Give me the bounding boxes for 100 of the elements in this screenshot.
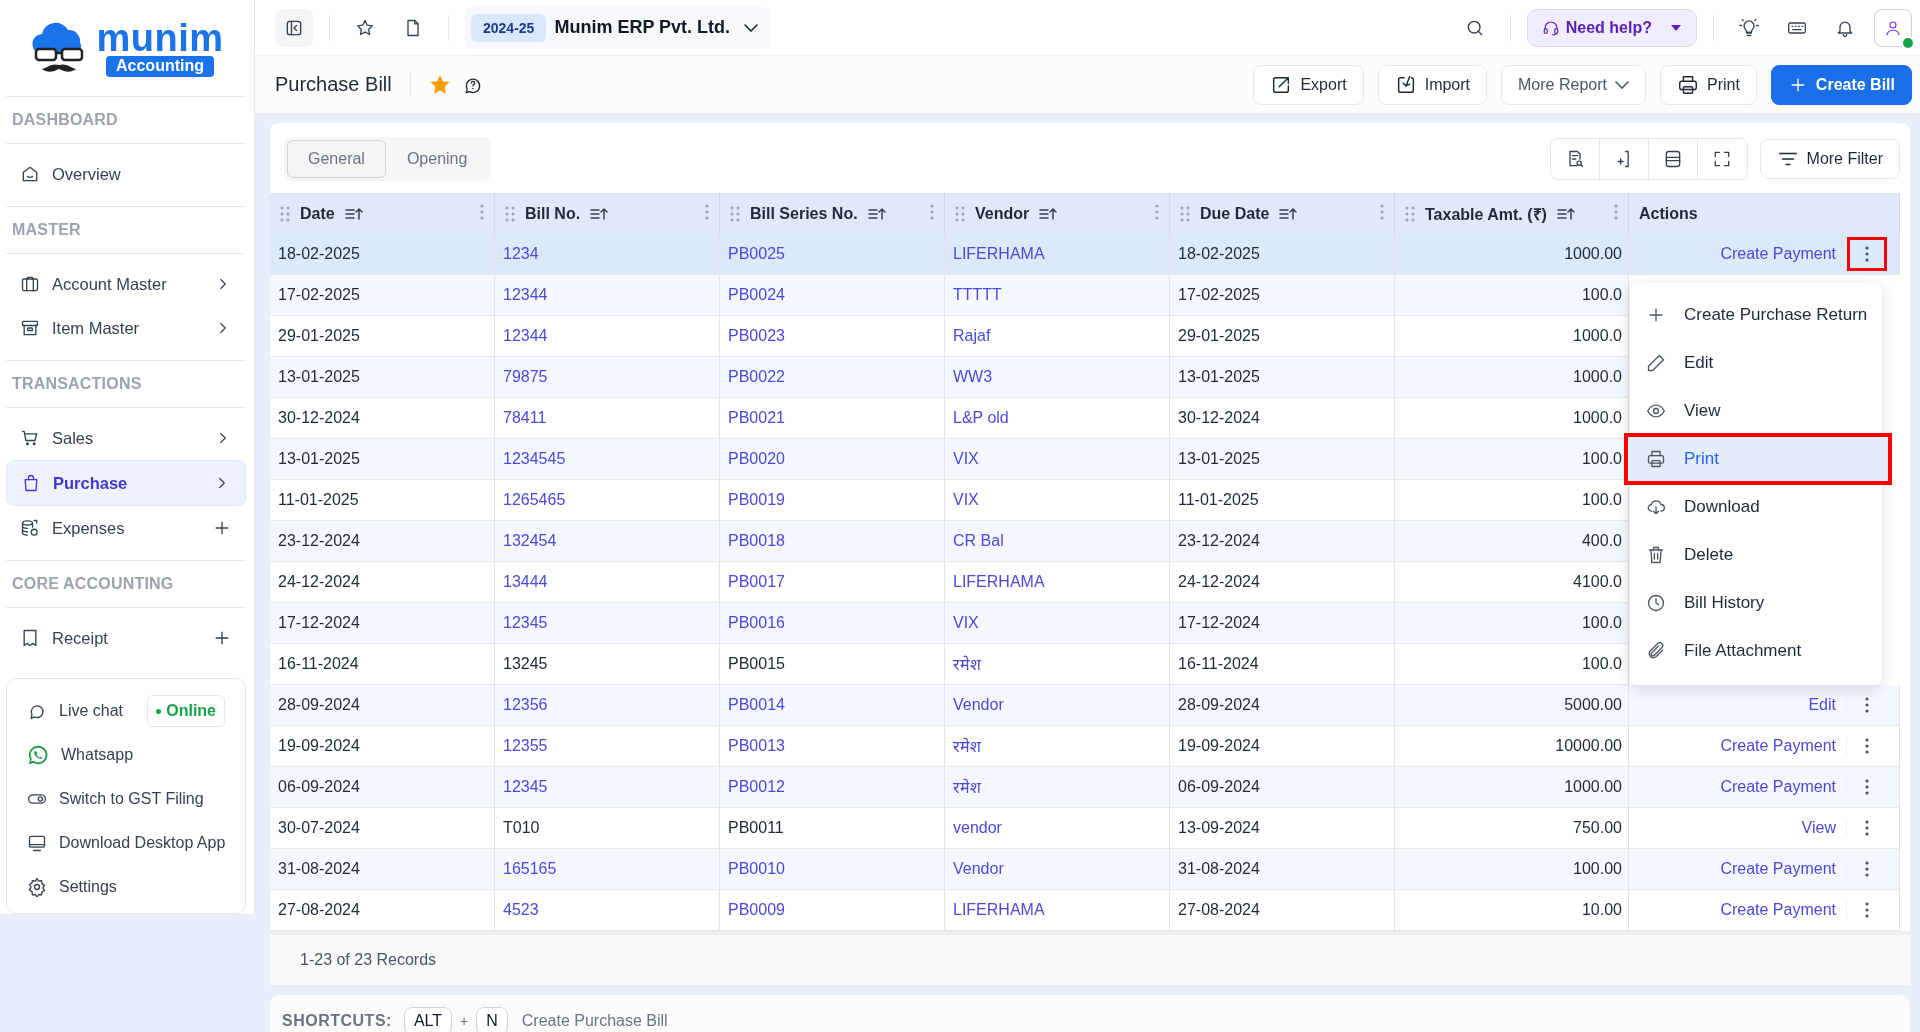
vendor-link[interactable]: Vendor <box>945 685 1170 725</box>
menu-item[interactable]: Delete <box>1630 531 1882 579</box>
menu-item[interactable]: Print <box>1626 435 1890 483</box>
table-row[interactable]: 31-08-2024 165165 PB0010 Vendor 31-08-2024 100.00 Create Payment <box>270 849 1900 890</box>
sidebar-item[interactable]: Receipt <box>6 616 246 660</box>
series-link[interactable]: PB0025 <box>720 234 945 274</box>
sidebar-item[interactable]: Sales <box>6 416 246 460</box>
star-icon[interactable] <box>428 73 451 96</box>
series-link[interactable]: PB0020 <box>720 439 945 479</box>
sidebar-link[interactable]: Settings <box>13 865 239 909</box>
bill-link[interactable]: 12344 <box>495 275 720 315</box>
create-bill-button[interactable]: Create Bill <box>1770 64 1912 105</box>
action-link[interactable]: Create Payment <box>1720 901 1847 919</box>
series-link[interactable]: PB0024 <box>720 275 945 315</box>
row-menu-button[interactable] <box>1847 237 1887 271</box>
bill-link[interactable]: 78411 <box>495 398 720 438</box>
collapse-sidebar-button[interactable] <box>275 8 313 47</box>
menu-item[interactable]: View <box>1630 387 1882 435</box>
more-filter-button[interactable]: More Filter <box>1759 139 1900 179</box>
series-link[interactable]: PB0014 <box>720 685 945 725</box>
menu-item[interactable]: Bill History <box>1630 579 1882 627</box>
export-button[interactable]: Export <box>1253 64 1364 105</box>
sidebar-item[interactable]: Account Master <box>6 262 246 306</box>
bill-link[interactable]: 4523 <box>495 890 720 930</box>
table-row[interactable]: 13-01-2025 79875 PB0022 WW3 13-01-2025 1000.0 <box>270 357 1629 398</box>
import-button[interactable]: Import <box>1377 64 1488 105</box>
help-button[interactable]: Need help? <box>1526 8 1697 47</box>
action-link[interactable]: Create Payment <box>1720 737 1847 755</box>
series-link[interactable]: PB0009 <box>720 890 945 930</box>
sidebar-link[interactable]: Whatsapp <box>13 733 239 777</box>
table-row[interactable]: 06-09-2024 12345 PB0012 रमेश 06-09-2024 1000.00 Create Payment <box>270 767 1900 808</box>
table-row[interactable]: 17-02-2025 12344 PB0024 TTTTT 17-02-2025 100.0 <box>270 275 1629 316</box>
series-link[interactable]: PB0018 <box>720 521 945 561</box>
series-link[interactable]: PB0010 <box>720 849 945 889</box>
vendor-link[interactable]: LIFERHAMA <box>945 562 1170 602</box>
action-link[interactable]: View <box>1801 819 1847 837</box>
table-row[interactable]: 18-02-2025 1234 PB0025 LIFERHAMA 18-02-2025 1000.00 Create Payment <box>270 234 1900 275</box>
sort-icon[interactable] <box>1556 206 1575 221</box>
bill-link[interactable]: 1234545 <box>495 439 720 479</box>
vendor-link[interactable]: Vendor <box>945 849 1170 889</box>
sidebar-link[interactable]: Switch to GST Filing <box>13 777 239 821</box>
more-report-button[interactable]: More Report <box>1501 64 1646 105</box>
company-selector[interactable]: 2024-25 Munim ERP Pvt. Ltd. <box>465 6 771 49</box>
vendor-link[interactable]: LIFERHAMA <box>945 890 1170 930</box>
sidebar-link[interactable]: Download Desktop App <box>13 821 239 865</box>
vendor-link[interactable]: L&P old <box>945 398 1170 438</box>
vendor-link[interactable]: VIX <box>945 603 1170 643</box>
vendor-link[interactable]: LIFERHAMA <box>945 234 1170 274</box>
sort-icon[interactable] <box>867 206 886 221</box>
table-row[interactable]: 17-12-2024 12345 PB0016 VIX 17-12-2024 100.0 <box>270 603 1629 644</box>
sidebar-link[interactable]: Live chat Online <box>13 689 239 733</box>
bill-link[interactable]: 12345 <box>495 603 720 643</box>
table-row[interactable]: 28-09-2024 12356 PB0014 Vendor 28-09-2024 5000.00 Edit <box>270 685 1900 726</box>
sort-icon[interactable] <box>590 206 609 221</box>
series-link[interactable]: PB0012 <box>720 767 945 807</box>
series-link[interactable]: PB0017 <box>720 562 945 602</box>
vendor-link[interactable]: रमेश <box>945 644 1170 684</box>
sidebar-item[interactable]: Expenses <box>6 506 246 550</box>
menu-item[interactable]: Create Purchase Return <box>1630 291 1882 339</box>
action-link[interactable]: Create Payment <box>1720 778 1847 796</box>
bill-link[interactable]: 12356 <box>495 685 720 725</box>
sidebar-item[interactable]: Item Master <box>6 306 246 350</box>
vendor-link[interactable]: TTTTT <box>945 275 1170 315</box>
bill-link[interactable]: 12345 <box>495 767 720 807</box>
menu-item[interactable]: File Attachment <box>1630 627 1882 675</box>
vendor-link[interactable]: CR Bal <box>945 521 1170 561</box>
action-link[interactable]: Edit <box>1808 696 1847 714</box>
menu-item[interactable]: Edit <box>1630 339 1882 387</box>
sort-icon[interactable] <box>1039 206 1058 221</box>
series-link[interactable]: PB0022 <box>720 357 945 397</box>
series-link[interactable]: PB0013 <box>720 726 945 766</box>
table-row[interactable]: 23-12-2024 132454 PB0018 CR Bal 23-12-2024 400.0 <box>270 521 1629 562</box>
action-link[interactable]: Create Payment <box>1720 860 1847 878</box>
sidebar-item[interactable]: Overview <box>6 152 246 196</box>
print-button[interactable]: Print <box>1659 64 1757 105</box>
sidebar-item[interactable]: Purchase <box>6 460 246 506</box>
series-link[interactable]: PB0019 <box>720 480 945 520</box>
vendor-link[interactable]: रमेश <box>945 726 1170 766</box>
bill-link[interactable]: 1234 <box>495 234 720 274</box>
tab[interactable]: Opening <box>385 140 489 178</box>
vendor-link[interactable]: VIX <box>945 480 1170 520</box>
series-link[interactable]: PB0016 <box>720 603 945 643</box>
bill-link[interactable]: 79875 <box>495 357 720 397</box>
bill-link[interactable]: 12344 <box>495 316 720 356</box>
vendor-link[interactable]: WW3 <box>945 357 1170 397</box>
vendor-link[interactable]: रमेश <box>945 767 1170 807</box>
series-link[interactable]: PB0021 <box>720 398 945 438</box>
sort-icon[interactable] <box>344 206 363 221</box>
vendor-link[interactable]: vendor <box>945 808 1170 848</box>
series-link[interactable]: PB0023 <box>720 316 945 356</box>
tab[interactable]: General <box>287 140 386 178</box>
vendor-link[interactable]: Rajaf <box>945 316 1170 356</box>
bill-link[interactable]: 165165 <box>495 849 720 889</box>
bill-link[interactable]: 12355 <box>495 726 720 766</box>
bill-link[interactable]: 132454 <box>495 521 720 561</box>
vendor-link[interactable]: VIX <box>945 439 1170 479</box>
bill-link[interactable]: 13444 <box>495 562 720 602</box>
avatar[interactable] <box>1874 8 1912 47</box>
action-link[interactable]: Create Payment <box>1720 245 1847 263</box>
menu-item[interactable]: Download <box>1630 483 1882 531</box>
